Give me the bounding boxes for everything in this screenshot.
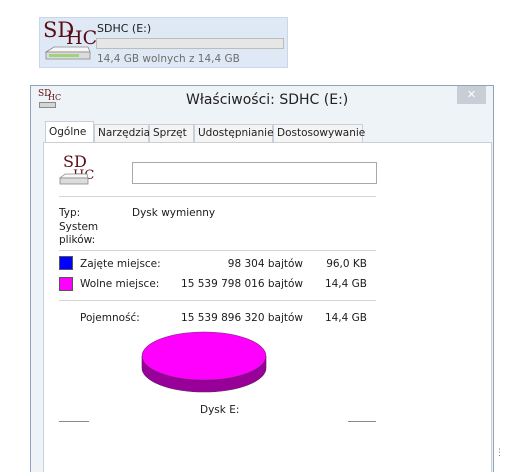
drive-usage-bar — [96, 38, 284, 49]
disk-caption: Dysk E: — [200, 404, 240, 416]
file-system-label-line2: plików: — [59, 234, 96, 246]
pie-slice-free — [141, 331, 267, 381]
tab-hardware[interactable]: Sprzęt — [149, 124, 194, 142]
drive-free-space-text: 14,4 GB wolnych z 14,4 GB — [97, 53, 240, 65]
capacity-bytes: 15 539 896 320 bajtów — [181, 312, 303, 324]
free-space-size: 14,4 GB — [324, 278, 367, 290]
drive-tile-sdhc[interactable]: SD HC SDHC (E:) 14,4 GB wolnych z 14,4 G… — [39, 17, 288, 68]
sdhc-drive-icon: SD HC — [42, 19, 97, 65]
drive-label-input[interactable] — [132, 162, 377, 184]
free-space-bytes: 15 539 798 016 bajtów — [181, 278, 303, 290]
panel-drive-graphic — [59, 173, 89, 185]
general-tab-panel — [43, 142, 492, 472]
title-logo-text-hc: HC — [48, 93, 62, 102]
drive-name: SDHC (E:) — [97, 22, 152, 35]
disk-usage-pie-chart — [141, 331, 267, 393]
file-system-label-line1: System — [59, 221, 99, 233]
sdhc-large-drive-icon: SD HC — [59, 153, 99, 189]
capacity-label: Pojemność: — [80, 312, 140, 324]
separator — [59, 196, 376, 197]
title-drive-graphic — [39, 102, 56, 108]
free-space-label: Wolne miejsce: — [80, 278, 160, 290]
dialog-title: Właściwości: SDHC (E:) — [186, 92, 349, 108]
tab-customize[interactable]: Dostosowywanie — [273, 124, 366, 142]
free-space-swatch — [59, 277, 73, 291]
tab-sharing-label: Udostępnianie — [198, 127, 274, 139]
used-space-swatch — [59, 256, 73, 270]
type-value: Dysk wymienny — [132, 207, 216, 219]
resize-grip-icon[interactable]: ⋮⋮ — [495, 449, 507, 464]
used-space-label: Zajęte miejsce: — [80, 258, 161, 270]
used-space-bytes: 98 304 bajtów — [227, 258, 303, 270]
drive-body-graphic — [44, 46, 91, 60]
tab-sharing[interactable]: Udostępnianie — [194, 124, 274, 142]
tab-tools-label: Narzędzia — [98, 127, 151, 139]
tab-tools[interactable]: Narzędzia — [94, 124, 151, 142]
tab-customize-label: Dostosowywanie — [277, 127, 366, 139]
bottom-right-line — [348, 421, 376, 422]
tab-hardware-label: Sprzęt — [153, 127, 187, 139]
capacity-size: 14,4 GB — [324, 312, 367, 324]
separator — [59, 300, 376, 301]
close-button[interactable]: ✕ — [457, 86, 486, 104]
separator — [59, 250, 376, 251]
dialog-title-icon: SD HC — [38, 90, 62, 108]
used-space-size: 96,0 KB — [326, 258, 367, 270]
bottom-left-line — [59, 421, 89, 422]
tab-general[interactable]: Ogólne — [45, 121, 94, 143]
type-label: Typ: — [59, 207, 81, 219]
close-icon: ✕ — [466, 88, 477, 101]
tab-general-label: Ogólne — [49, 126, 87, 138]
